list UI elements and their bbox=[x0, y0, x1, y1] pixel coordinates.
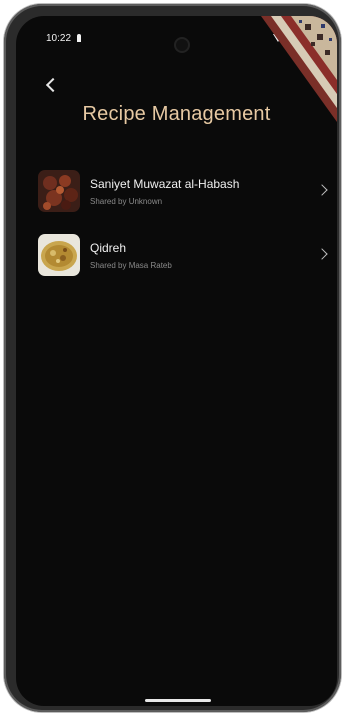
recipe-shared-by: Shared by Masa Rateb bbox=[90, 260, 172, 270]
recipe-shared-by: Shared by Unknown bbox=[90, 196, 163, 206]
recipe-text: Qidreh Shared by Masa Rateb bbox=[90, 241, 172, 270]
back-chevron-icon bbox=[45, 77, 61, 93]
recipe-thumbnail bbox=[38, 170, 80, 212]
front-camera bbox=[176, 39, 188, 51]
recipe-text: Saniyet Muwazat al-Habash Shared by Unkn… bbox=[90, 177, 239, 206]
recipe-name: Qidreh bbox=[90, 240, 127, 255]
recipe-item[interactable]: Saniyet Muwazat al-Habash Shared by Unkn… bbox=[38, 162, 328, 220]
app-screen: 10:22 Recipe Management Saniyet Muwazat … bbox=[16, 16, 337, 706]
notification-icon bbox=[77, 34, 81, 42]
recipe-item[interactable]: Qidreh Shared by Masa Rateb bbox=[38, 226, 328, 284]
recipe-thumbnail bbox=[38, 234, 80, 276]
chevron-right-icon bbox=[316, 248, 328, 260]
home-indicator[interactable] bbox=[145, 699, 211, 702]
phone-frame: 10:22 Recipe Management Saniyet Muwazat … bbox=[4, 4, 341, 712]
chevron-right-icon bbox=[316, 184, 328, 196]
recipe-list: Saniyet Muwazat al-Habash Shared by Unkn… bbox=[38, 162, 328, 284]
page-title: Recipe Management bbox=[82, 103, 271, 125]
back-button[interactable] bbox=[40, 74, 62, 96]
status-time: 10:22 bbox=[46, 33, 72, 44]
recipe-name: Saniyet Muwazat al-Habash bbox=[90, 176, 240, 191]
